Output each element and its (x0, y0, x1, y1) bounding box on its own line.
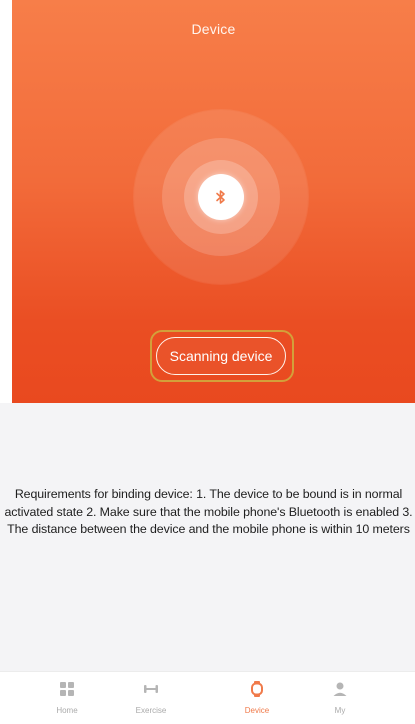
tab-device[interactable]: Device (222, 680, 292, 722)
page-title: Device (191, 21, 236, 37)
device-screen: Device Scanning device Requirements for … (0, 0, 415, 724)
tab-label-my: My (334, 706, 346, 715)
person-icon (331, 680, 349, 698)
bottom-tab-bar: Home Exercise Device My (0, 671, 415, 724)
tab-home[interactable]: Home (32, 680, 102, 722)
tab-label-home: Home (56, 706, 78, 715)
requirements-panel: Requirements for binding device: 1. The … (0, 403, 415, 671)
bluetooth-icon (198, 174, 244, 220)
watch-icon (248, 680, 266, 698)
tab-label-exercise: Exercise (135, 706, 167, 715)
tab-my[interactable]: My (305, 680, 375, 722)
scan-hero: Device Scanning device (12, 0, 415, 403)
tab-label-device: Device (244, 706, 270, 715)
dumbbell-icon (142, 680, 160, 698)
scanning-device-button[interactable]: Scanning device (156, 337, 286, 375)
grid-icon (58, 680, 76, 698)
tab-exercise[interactable]: Exercise (116, 680, 186, 722)
binding-requirements-text: Requirements for binding device: 1. The … (4, 487, 413, 536)
